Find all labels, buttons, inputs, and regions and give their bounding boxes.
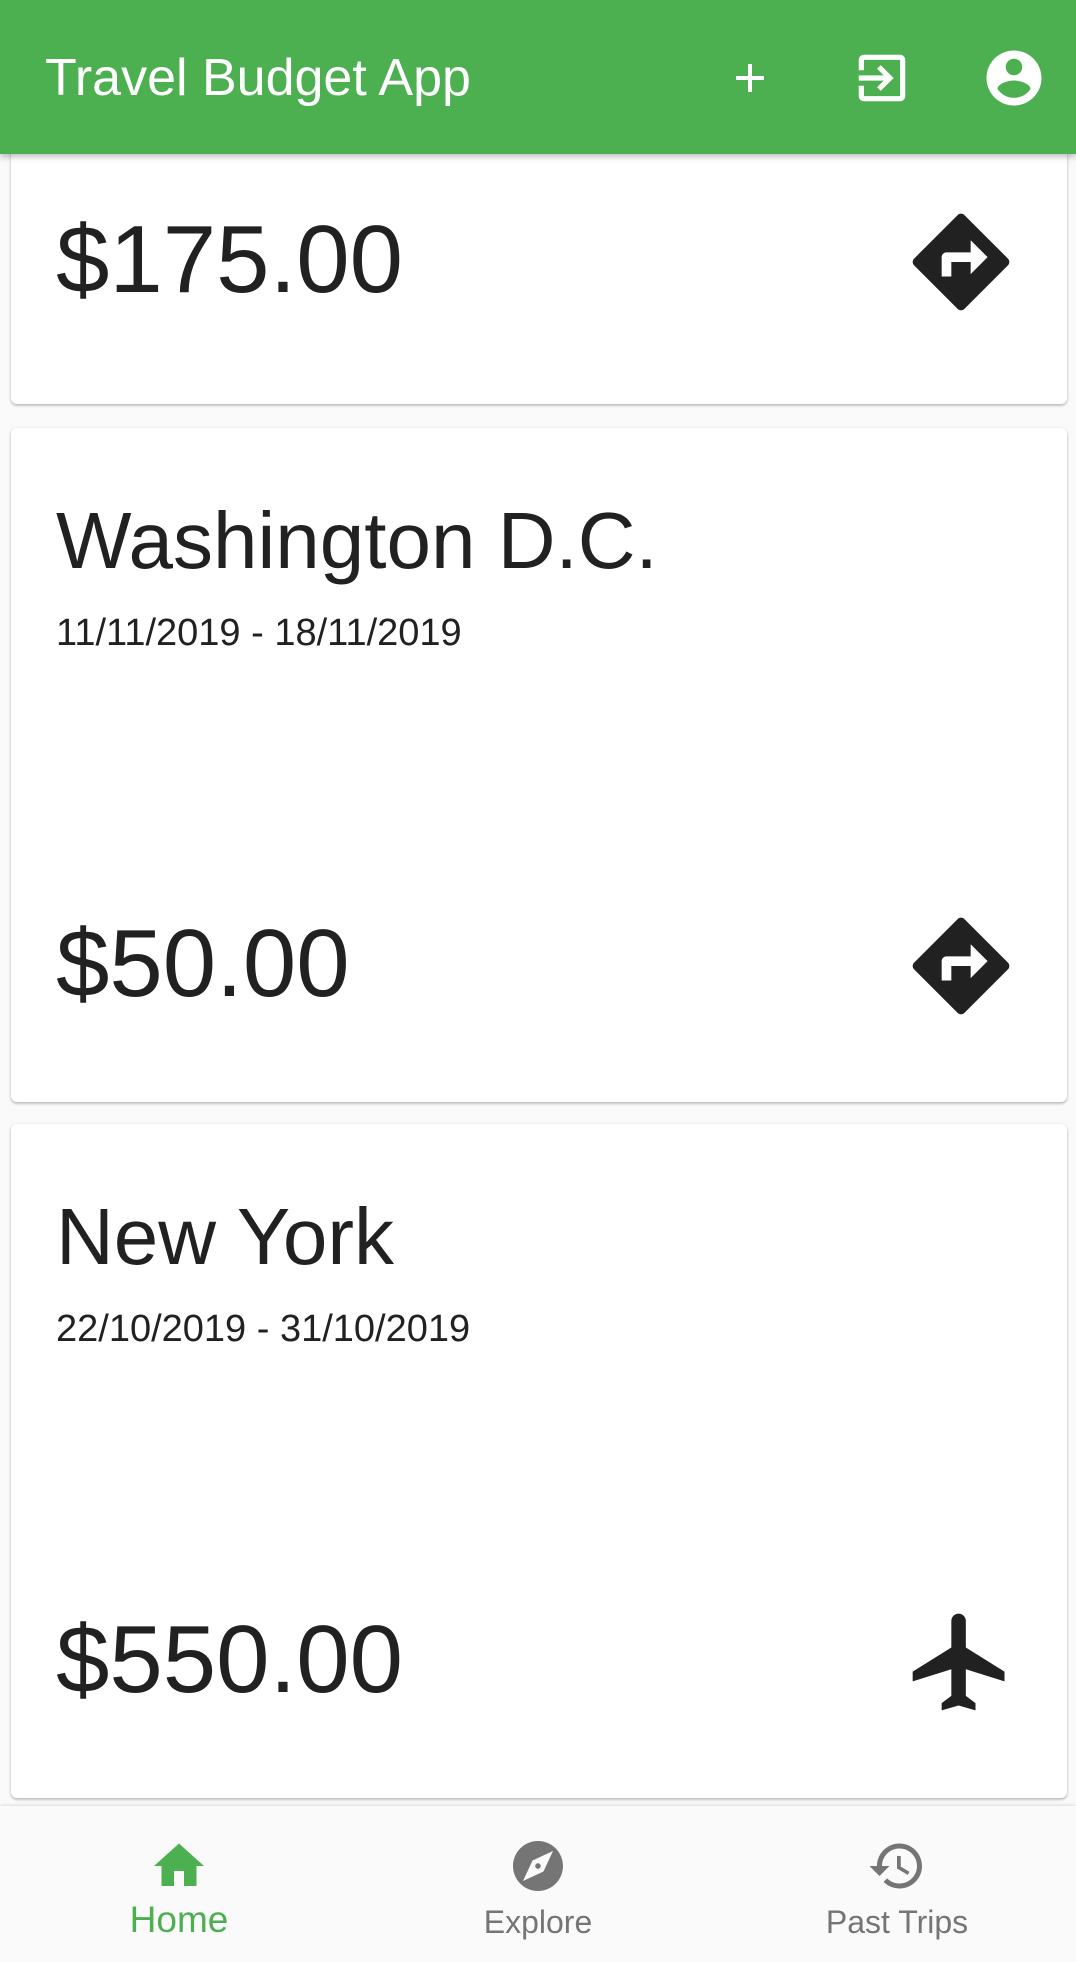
- trip-card[interactable]: New York 22/10/2019 - 31/10/2019 $550.00: [11, 1124, 1067, 1798]
- nav-item-explore[interactable]: Explore: [359, 1806, 717, 1962]
- logout-icon: [858, 54, 906, 102]
- nav-label-home: Home: [129, 1899, 229, 1940]
- add-icon: [736, 64, 764, 92]
- trip-destination: New York: [56, 1192, 394, 1281]
- explore-icon: [508, 1836, 568, 1896]
- trip-dates: 22/10/2019 - 31/10/2019: [56, 1308, 471, 1350]
- bottom-navigation: Home Explore Past Trips: [0, 1806, 1076, 1962]
- directions-icon: [903, 204, 1019, 320]
- logout-button[interactable]: [846, 42, 918, 114]
- flight-icon: [903, 1604, 1019, 1720]
- history-icon: [867, 1836, 927, 1896]
- home-icon: [149, 1836, 209, 1896]
- account-circle-icon: [986, 50, 1042, 106]
- nav-item-home[interactable]: Home: [0, 1806, 358, 1962]
- trip-budget-amount: $550.00: [56, 1606, 404, 1713]
- app-title: Travel Budget App: [45, 49, 471, 107]
- app-bar: Travel Budget App: [0, 0, 1076, 154]
- nav-label-past-trips: Past Trips: [825, 1904, 969, 1940]
- trip-budget-amount: $50.00: [56, 910, 350, 1017]
- trip-budget-amount: $175.00: [56, 206, 404, 313]
- nav-label-explore: Explore: [483, 1904, 593, 1940]
- directions-icon: [903, 908, 1019, 1024]
- add-trip-button[interactable]: [714, 42, 786, 114]
- trip-destination: Washington D.C.: [56, 496, 658, 585]
- trip-list[interactable]: $175.00 Washington D.C. 11/11/2019 - 18/…: [0, 154, 1076, 1806]
- trip-dates: 11/11/2019 - 18/11/2019: [56, 612, 462, 654]
- nav-item-past-trips[interactable]: Past Trips: [718, 1806, 1076, 1962]
- trip-card[interactable]: $175.00: [11, 154, 1067, 404]
- trip-card[interactable]: Washington D.C. 11/11/2019 - 18/11/2019 …: [11, 428, 1067, 1102]
- account-button[interactable]: [978, 42, 1050, 114]
